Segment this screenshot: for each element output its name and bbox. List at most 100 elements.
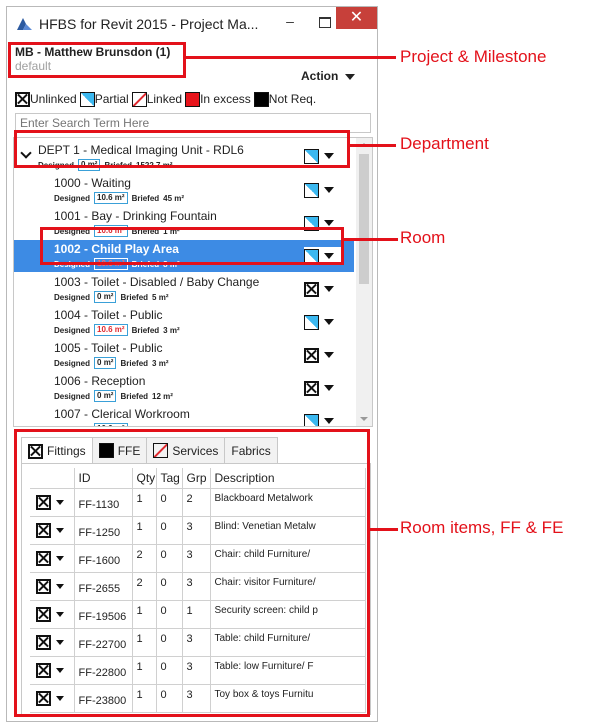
room-name: 1003 - Toilet - Disabled / Baby Change <box>54 275 260 289</box>
briefed-area: 12 m² <box>152 391 173 401</box>
action-menu-button[interactable]: Action <box>301 69 356 83</box>
legend-unlinked: Unlinked <box>15 91 80 107</box>
project-callout: Project & Milestone <box>400 47 547 66</box>
items-callout: Room items, FF & FE <box>400 518 564 537</box>
items-highlight-box <box>14 429 370 717</box>
chevron-down-icon <box>324 418 334 424</box>
revit-app-icon <box>17 18 32 30</box>
room-name: 1004 - Toilet - Public <box>54 308 163 322</box>
chevron-down-icon <box>324 352 334 358</box>
briefed-label: Briefed <box>131 193 160 203</box>
briefed-area: 3 m² <box>163 325 180 335</box>
room-status-dropdown[interactable] <box>304 379 344 397</box>
room-name: 1000 - Waiting <box>54 176 131 190</box>
designed-label: Designed <box>54 292 91 302</box>
project-leader-line <box>186 56 396 59</box>
room-row[interactable]: 1000 - Waiting Designed 10.6 m² Briefed 45 m… <box>14 174 354 206</box>
window-title: HFBS for Revit 2015 - Project Ma... <box>39 16 259 32</box>
briefed-area: 45 m² <box>163 193 185 203</box>
room-row[interactable]: 1007 - Clerical Workroom Designed 10.6 m² B… <box>14 405 354 427</box>
department-callout: Department <box>400 134 489 153</box>
room-highlight-box <box>40 227 344 265</box>
room-row[interactable]: 1003 - Toilet - Disabled / Baby Change De… <box>14 273 354 305</box>
department-highlight-box <box>14 130 350 168</box>
excess-icon <box>185 91 201 107</box>
department-leader-line <box>350 144 396 147</box>
chevron-down-icon <box>345 73 356 80</box>
briefed-label: Briefed <box>132 425 160 427</box>
title-bar[interactable]: HFBS for Revit 2015 - Project Ma... – ✕ <box>7 7 377 39</box>
unlinked-icon <box>304 347 319 363</box>
legend-label: Unlinked <box>30 92 77 106</box>
room-areas: Designed 0 m² Briefed 3 m² <box>54 357 168 369</box>
room-row[interactable]: 1006 - Reception Designed 0 m² Briefed 12 m² <box>14 372 354 404</box>
room-areas: Designed 10.6 m² Briefed 3 m² <box>54 324 180 336</box>
minimize-button[interactable]: – <box>277 13 303 33</box>
designed-label: Designed <box>54 358 91 368</box>
legend-linked: Linked <box>131 91 185 107</box>
action-label: Action <box>301 69 339 83</box>
legend-label: Not Req. <box>268 92 317 106</box>
designed-area: 0 m² <box>94 357 117 369</box>
room-name: 1007 - Clerical Workroom <box>54 407 190 421</box>
briefed-area: 20 m² <box>163 425 184 427</box>
briefed-area: 3 m² <box>152 358 169 368</box>
room-areas: Designed 10.6 m² Briefed 45 m² <box>54 192 184 204</box>
legend-partial: Partial <box>79 91 132 107</box>
room-status-dropdown[interactable] <box>304 181 344 199</box>
designed-area: 10.6 m² <box>94 423 128 426</box>
chevron-down-icon <box>324 319 334 325</box>
partial-icon <box>304 182 319 198</box>
room-status-dropdown[interactable] <box>304 313 344 331</box>
legend-excess: In excess <box>185 91 254 107</box>
designed-label: Designed <box>54 193 91 203</box>
briefed-label: Briefed <box>120 358 149 368</box>
tree-scrollbar[interactable] <box>356 138 372 426</box>
room-areas: Designed 0 m² Briefed 12 m² <box>54 390 173 402</box>
briefed-label: Briefed <box>131 325 160 335</box>
room-tree[interactable]: DEPT 1 - Medical Imaging Unit - RDL6 Des… <box>13 137 373 427</box>
not-required-icon <box>253 91 269 107</box>
room-row[interactable]: 1005 - Toilet - Public Designed 0 m² Briefe… <box>14 339 354 371</box>
room-leader-line <box>344 238 398 241</box>
chevron-down-icon <box>324 187 334 193</box>
unlinked-icon <box>15 91 30 107</box>
maximize-button[interactable] <box>311 13 337 33</box>
designed-area: 0 m² <box>94 390 117 402</box>
room-row[interactable]: 1004 - Toilet - Public Designed 10.6 m² Bri… <box>14 306 354 338</box>
project-highlight-box <box>8 42 186 78</box>
partial-icon <box>304 413 319 426</box>
room-name: 1005 - Toilet - Public <box>54 341 163 355</box>
room-name: 1001 - Bay - Drinking Fountain <box>54 209 217 223</box>
briefed-label: Briefed <box>120 391 149 401</box>
items-leader-line <box>370 528 398 531</box>
room-status-dropdown[interactable] <box>304 412 344 426</box>
close-button[interactable]: ✕ <box>336 7 377 29</box>
chevron-down-icon <box>324 220 334 226</box>
unlinked-icon <box>304 281 319 297</box>
partial-icon <box>79 91 95 107</box>
status-legend: Unlinked Partial Linked In excess Not Re… <box>15 91 319 107</box>
room-callout: Room <box>400 228 446 247</box>
unlinked-icon <box>304 380 319 396</box>
room-areas: Designed 0 m² Briefed 5 m² <box>54 291 168 303</box>
designed-area: 0 m² <box>94 291 117 303</box>
scroll-down-icon[interactable] <box>360 417 368 421</box>
legend-label: In excess <box>200 92 251 106</box>
scroll-thumb[interactable] <box>359 154 369 284</box>
chevron-down-icon <box>324 385 334 391</box>
room-status-dropdown[interactable] <box>304 280 344 298</box>
linked-icon <box>131 91 147 107</box>
room-status-dropdown[interactable] <box>304 346 344 364</box>
legend-notreq: Not Req. <box>253 91 319 107</box>
briefed-area: 5 m² <box>152 292 169 302</box>
designed-area: 10.6 m² <box>94 324 128 336</box>
designed-area: 10.6 m² <box>94 192 128 204</box>
designed-label: Designed <box>54 391 91 401</box>
briefed-label: Briefed <box>120 292 149 302</box>
designed-label: Designed <box>54 325 91 335</box>
legend-label: Partial <box>94 92 129 106</box>
legend-label: Linked <box>146 92 183 106</box>
chevron-down-icon <box>324 286 334 292</box>
partial-icon <box>304 314 319 330</box>
